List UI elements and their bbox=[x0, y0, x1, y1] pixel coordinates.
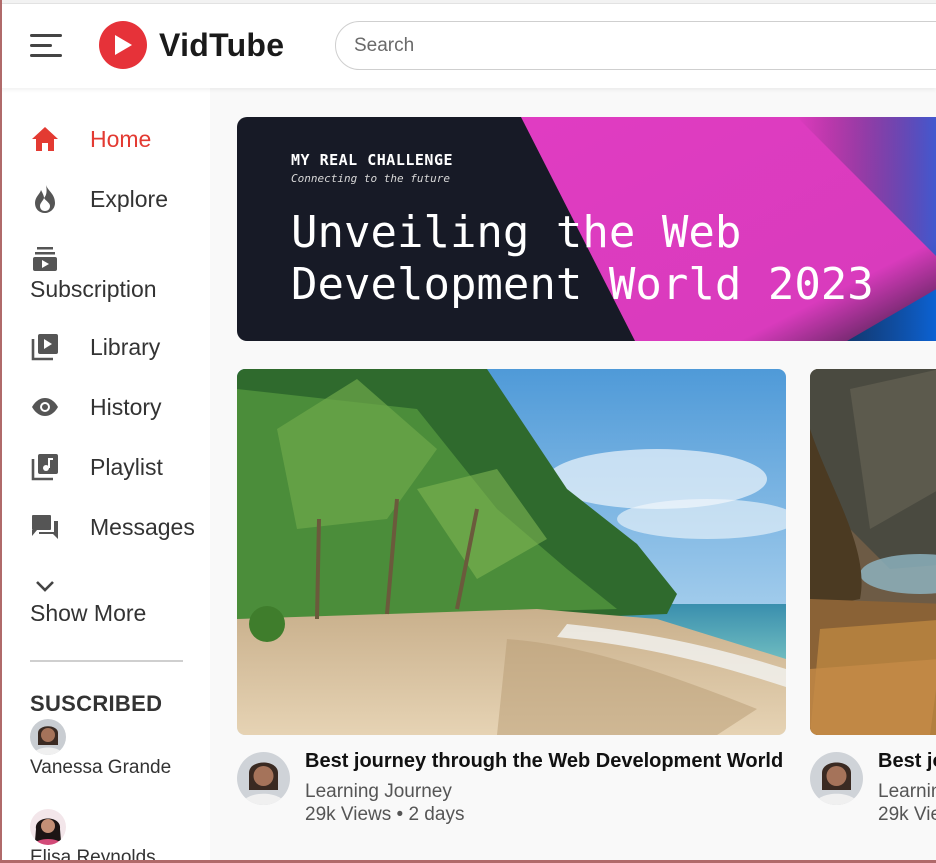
tropical-beach-thumbnail[interactable] bbox=[237, 369, 786, 735]
subscriptions-icon bbox=[30, 244, 60, 274]
video-stats: 29k Views • 2 days bbox=[305, 804, 465, 825]
video-stats: 29k Views • 2 days bbox=[878, 804, 936, 825]
sidebar-item-library[interactable]: Library bbox=[30, 332, 160, 362]
avatar[interactable] bbox=[237, 752, 290, 805]
video-title[interactable]: Best journey through the Web Development… bbox=[305, 750, 783, 773]
sidebar-item-playlist[interactable]: Playlist bbox=[30, 452, 163, 482]
search-input[interactable] bbox=[335, 21, 936, 70]
banner-title-line: Development World 2023 bbox=[291, 259, 874, 310]
sidebar-item-label: Messages bbox=[90, 513, 195, 540]
eye-icon bbox=[30, 392, 60, 422]
sidebar: Home Explore Subscription Library Histor… bbox=[2, 88, 210, 863]
sidebar-item-label: Explore bbox=[90, 185, 168, 212]
home-icon bbox=[30, 124, 60, 154]
sidebar-divider bbox=[30, 660, 183, 662]
banner-subtitle: Connecting to the future bbox=[291, 172, 450, 185]
sidebar-item-home[interactable]: Home bbox=[30, 124, 151, 154]
sidebar-item-label: Home bbox=[90, 125, 152, 152]
avatar bbox=[30, 719, 66, 755]
sidebar-item-label: Library bbox=[90, 333, 161, 360]
subscription-name: Vanessa Grande bbox=[30, 757, 172, 778]
sidebar-item-explore[interactable]: Explore bbox=[30, 184, 168, 214]
subscription-item[interactable]: Vanessa Grande bbox=[30, 719, 171, 779]
chevron-down-icon bbox=[30, 574, 60, 598]
sidebar-item-label: History bbox=[90, 393, 162, 420]
main-content: MY REAL CHALLENGE Connecting to the futu… bbox=[210, 88, 936, 863]
sidebar-item-history[interactable]: History bbox=[30, 392, 162, 422]
fire-icon bbox=[30, 184, 60, 214]
window-left-border bbox=[0, 0, 2, 863]
channel-name[interactable]: Learning Journey bbox=[878, 781, 936, 803]
video-meta: Best journey through the Web Development… bbox=[810, 750, 936, 830]
avatar bbox=[30, 809, 66, 845]
sidebar-item-subscription[interactable]: Subscription bbox=[30, 244, 157, 303]
rocky-coast-thumbnail[interactable] bbox=[810, 369, 936, 735]
sidebar-item-label: Playlist bbox=[90, 453, 163, 480]
show-more-label: Show More bbox=[30, 600, 147, 626]
logo[interactable]: VidTube bbox=[99, 21, 284, 69]
chat-icon bbox=[30, 512, 60, 542]
channel-name[interactable]: Learning Journey bbox=[305, 781, 452, 803]
video-meta: Best journey through the Web Development… bbox=[237, 750, 786, 830]
sidebar-item-label: Subscription bbox=[30, 276, 157, 302]
promo-banner[interactable]: MY REAL CHALLENGE Connecting to the futu… bbox=[237, 117, 936, 341]
top-header: VidTube bbox=[0, 4, 936, 88]
video-library-icon bbox=[30, 332, 60, 362]
sidebar-item-messages[interactable]: Messages bbox=[30, 512, 195, 542]
hamburger-menu-icon[interactable] bbox=[30, 32, 64, 58]
banner-title: Unveiling the Web Development World 2023 bbox=[291, 207, 874, 311]
music-library-icon bbox=[30, 452, 60, 482]
show-more-button[interactable]: Show More bbox=[30, 574, 146, 627]
banner-title-line: Unveiling the Web bbox=[291, 207, 742, 258]
video-card[interactable]: Best journey through the Web Development… bbox=[237, 369, 786, 830]
subscribed-heading: SUSCRIBED bbox=[30, 691, 163, 716]
video-card[interactable]: Best journey through the Web Development… bbox=[810, 369, 936, 830]
avatar[interactable] bbox=[810, 752, 863, 805]
play-icon bbox=[99, 21, 147, 69]
logo-text: VidTube bbox=[159, 26, 285, 63]
subscription-item[interactable]: Elisa Reynolds bbox=[30, 809, 156, 863]
banner-eyebrow: MY REAL CHALLENGE bbox=[291, 151, 454, 169]
video-title[interactable]: Best journey through the Web Development… bbox=[878, 750, 936, 773]
